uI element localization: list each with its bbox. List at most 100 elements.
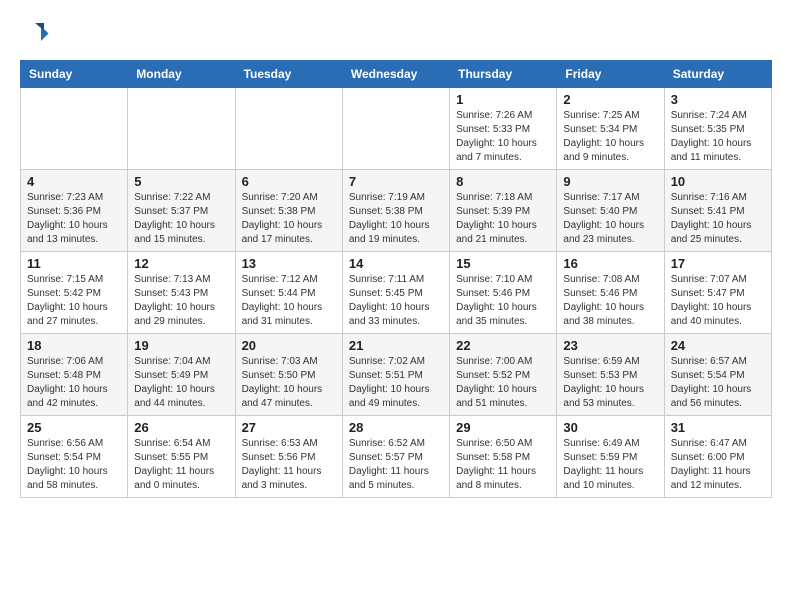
day-info: Sunrise: 6:47 AMSunset: 6:00 PMDaylight:… <box>671 437 765 493</box>
day-info: Sunrise: 7:16 AMSunset: 5:41 PMDaylight:… <box>671 191 765 247</box>
day-info: Sunrise: 7:08 AMSunset: 5:46 PMDaylight:… <box>563 273 657 329</box>
day-number: 3 <box>671 92 765 107</box>
page-header <box>20 20 772 50</box>
calendar-week-row: 4 Sunrise: 7:23 AMSunset: 5:36 PMDaylight… <box>21 170 772 252</box>
logo-icon <box>20 20 50 50</box>
day-info: Sunrise: 7:03 AMSunset: 5:50 PMDaylight:… <box>242 355 336 411</box>
calendar-week-row: 1 Sunrise: 7:26 AMSunset: 5:33 PMDaylight… <box>21 88 772 170</box>
day-number: 10 <box>671 174 765 189</box>
calendar-cell: 24 Sunrise: 6:57 AMSunset: 5:54 PMDayligh… <box>664 334 771 416</box>
calendar-cell: 11 Sunrise: 7:15 AMSunset: 5:42 PMDayligh… <box>21 252 128 334</box>
calendar-cell <box>128 88 235 170</box>
logo <box>20 20 54 50</box>
calendar-cell: 21 Sunrise: 7:02 AMSunset: 5:51 PMDayligh… <box>342 334 449 416</box>
calendar-cell: 29 Sunrise: 6:50 AMSunset: 5:58 PMDayligh… <box>450 416 557 498</box>
day-info: Sunrise: 7:25 AMSunset: 5:34 PMDaylight:… <box>563 109 657 165</box>
day-number: 1 <box>456 92 550 107</box>
calendar-cell: 1 Sunrise: 7:26 AMSunset: 5:33 PMDaylight… <box>450 88 557 170</box>
calendar-cell: 28 Sunrise: 6:52 AMSunset: 5:57 PMDayligh… <box>342 416 449 498</box>
calendar-header-row: SundayMondayTuesdayWednesdayThursdayFrid… <box>21 61 772 88</box>
day-info: Sunrise: 7:10 AMSunset: 5:46 PMDaylight:… <box>456 273 550 329</box>
day-info: Sunrise: 6:53 AMSunset: 5:56 PMDaylight:… <box>242 437 336 493</box>
day-number: 15 <box>456 256 550 271</box>
day-info: Sunrise: 7:17 AMSunset: 5:40 PMDaylight:… <box>563 191 657 247</box>
calendar-cell: 31 Sunrise: 6:47 AMSunset: 6:00 PMDayligh… <box>664 416 771 498</box>
day-number: 26 <box>134 420 228 435</box>
calendar-cell: 8 Sunrise: 7:18 AMSunset: 5:39 PMDaylight… <box>450 170 557 252</box>
day-info: Sunrise: 7:11 AMSunset: 5:45 PMDaylight:… <box>349 273 443 329</box>
day-number: 23 <box>563 338 657 353</box>
day-number: 18 <box>27 338 121 353</box>
day-info: Sunrise: 7:20 AMSunset: 5:38 PMDaylight:… <box>242 191 336 247</box>
day-number: 6 <box>242 174 336 189</box>
day-info: Sunrise: 7:15 AMSunset: 5:42 PMDaylight:… <box>27 273 121 329</box>
day-header-wednesday: Wednesday <box>342 61 449 88</box>
calendar-cell: 19Sunrise: 7:04 AMSunset: 5:49 PMDayligh… <box>128 334 235 416</box>
day-number: 8 <box>456 174 550 189</box>
day-number: 7 <box>349 174 443 189</box>
day-number: 5 <box>134 174 228 189</box>
day-header-sunday: Sunday <box>21 61 128 88</box>
day-info: Sunrise: 7:22 AMSunset: 5:37 PMDaylight:… <box>134 191 228 247</box>
day-info: Sunrise: 6:56 AMSunset: 5:54 PMDaylight:… <box>27 437 121 493</box>
calendar-cell: 15 Sunrise: 7:10 AMSunset: 5:46 PMDayligh… <box>450 252 557 334</box>
day-number: 30 <box>563 420 657 435</box>
day-number: 17 <box>671 256 765 271</box>
day-number: 13 <box>242 256 336 271</box>
calendar-cell: 2 Sunrise: 7:25 AMSunset: 5:34 PMDaylight… <box>557 88 664 170</box>
calendar-cell: 16 Sunrise: 7:08 AMSunset: 5:46 PMDayligh… <box>557 252 664 334</box>
calendar: SundayMondayTuesdayWednesdayThursdayFrid… <box>20 60 772 498</box>
day-header-friday: Friday <box>557 61 664 88</box>
day-info: Sunrise: 7:07 AMSunset: 5:47 PMDaylight:… <box>671 273 765 329</box>
day-info: Sunrise: 6:57 AMSunset: 5:54 PMDaylight:… <box>671 355 765 411</box>
calendar-cell: 10 Sunrise: 7:16 AMSunset: 5:41 PMDayligh… <box>664 170 771 252</box>
day-header-monday: Monday <box>128 61 235 88</box>
day-info: Sunrise: 7:19 AMSunset: 5:38 PMDaylight:… <box>349 191 443 247</box>
calendar-cell <box>342 88 449 170</box>
calendar-cell: 14 Sunrise: 7:11 AMSunset: 5:45 PMDayligh… <box>342 252 449 334</box>
day-number: 31 <box>671 420 765 435</box>
day-header-thursday: Thursday <box>450 61 557 88</box>
calendar-cell: 30 Sunrise: 6:49 AMSunset: 5:59 PMDayligh… <box>557 416 664 498</box>
calendar-cell: 18 Sunrise: 7:06 AMSunset: 5:48 PMDayligh… <box>21 334 128 416</box>
calendar-cell: 6 Sunrise: 7:20 AMSunset: 5:38 PMDaylight… <box>235 170 342 252</box>
calendar-cell: 25 Sunrise: 6:56 AMSunset: 5:54 PMDayligh… <box>21 416 128 498</box>
day-number: 28 <box>349 420 443 435</box>
day-info: Sunrise: 7:12 AMSunset: 5:44 PMDaylight:… <box>242 273 336 329</box>
day-info: Sunrise: 7:24 AMSunset: 5:35 PMDaylight:… <box>671 109 765 165</box>
day-number: 19 <box>134 338 228 353</box>
day-info: Sunrise: 7:00 AMSunset: 5:52 PMDaylight:… <box>456 355 550 411</box>
day-number: 25 <box>27 420 121 435</box>
calendar-week-row: 11 Sunrise: 7:15 AMSunset: 5:42 PMDayligh… <box>21 252 772 334</box>
day-number: 12 <box>134 256 228 271</box>
calendar-cell <box>235 88 342 170</box>
calendar-cell: 3 Sunrise: 7:24 AMSunset: 5:35 PMDaylight… <box>664 88 771 170</box>
day-header-tuesday: Tuesday <box>235 61 342 88</box>
day-info: Sunrise: 7:23 AMSunset: 5:36 PMDaylight:… <box>27 191 121 247</box>
day-info: Sunrise: 7:06 AMSunset: 5:48 PMDaylight:… <box>27 355 121 411</box>
day-info: Sunrise: 6:50 AMSunset: 5:58 PMDaylight:… <box>456 437 550 493</box>
day-number: 11 <box>27 256 121 271</box>
day-number: 21 <box>349 338 443 353</box>
day-number: 14 <box>349 256 443 271</box>
day-number: 2 <box>563 92 657 107</box>
day-info: Sunrise: 7:02 AMSunset: 5:51 PMDaylight:… <box>349 355 443 411</box>
calendar-cell: 9 Sunrise: 7:17 AMSunset: 5:40 PMDaylight… <box>557 170 664 252</box>
calendar-cell: 4 Sunrise: 7:23 AMSunset: 5:36 PMDaylight… <box>21 170 128 252</box>
calendar-cell: 26Sunrise: 6:54 AMSunset: 5:55 PMDayligh… <box>128 416 235 498</box>
day-number: 4 <box>27 174 121 189</box>
day-info: Sunrise: 6:52 AMSunset: 5:57 PMDaylight:… <box>349 437 443 493</box>
day-number: 20 <box>242 338 336 353</box>
day-info: Sunrise: 7:18 AMSunset: 5:39 PMDaylight:… <box>456 191 550 247</box>
day-info: Sunrise: 7:26 AMSunset: 5:33 PMDaylight:… <box>456 109 550 165</box>
day-number: 24 <box>671 338 765 353</box>
day-number: 9 <box>563 174 657 189</box>
calendar-cell: 23Sunrise: 6:59 AMSunset: 5:53 PMDayligh… <box>557 334 664 416</box>
calendar-cell: 22Sunrise: 7:00 AMSunset: 5:52 PMDayligh… <box>450 334 557 416</box>
calendar-cell: 12Sunrise: 7:13 AMSunset: 5:43 PMDayligh… <box>128 252 235 334</box>
calendar-cell: 13 Sunrise: 7:12 AMSunset: 5:44 PMDayligh… <box>235 252 342 334</box>
day-number: 29 <box>456 420 550 435</box>
day-number: 16 <box>563 256 657 271</box>
calendar-cell: 5 Sunrise: 7:22 AMSunset: 5:37 PMDaylight… <box>128 170 235 252</box>
day-info: Sunrise: 6:49 AMSunset: 5:59 PMDaylight:… <box>563 437 657 493</box>
